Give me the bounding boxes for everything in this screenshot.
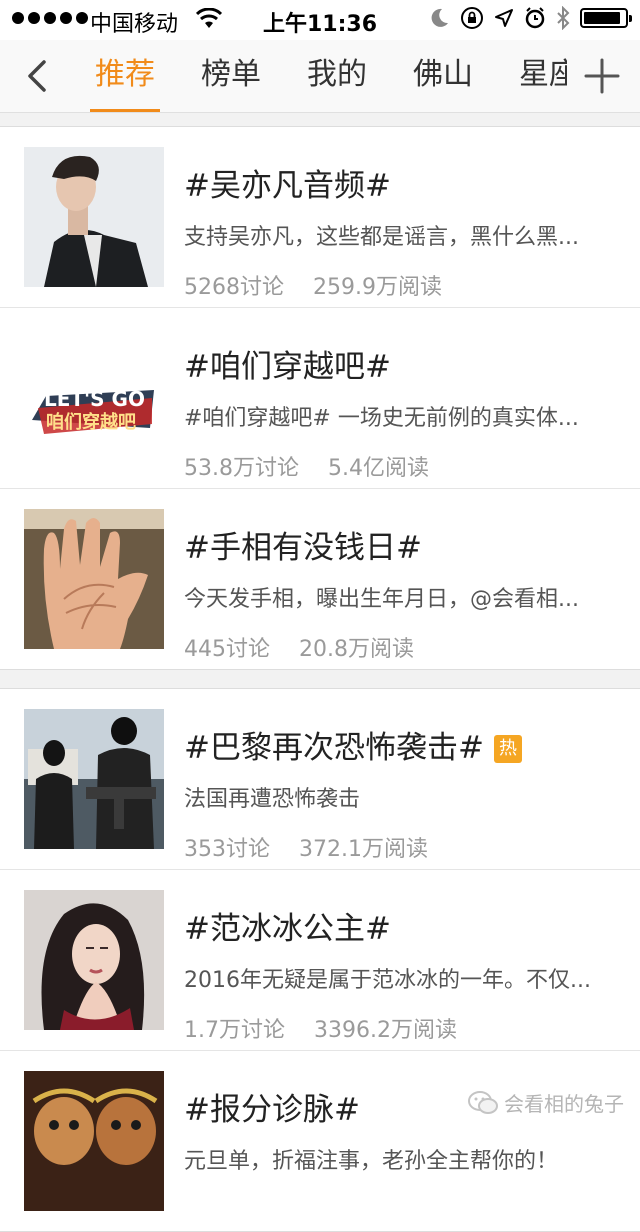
actress-portrait-image bbox=[24, 890, 164, 1030]
tab-constellation[interactable]: 星座 bbox=[496, 40, 567, 112]
location-arrow-icon bbox=[495, 9, 513, 27]
discussion-count: 445讨论 bbox=[184, 637, 270, 662]
moon-icon bbox=[431, 8, 448, 27]
topic-title: #报分诊脉# bbox=[184, 1092, 360, 1128]
topic-description: 元旦单，折福注事，老孙全主帮你的！ bbox=[184, 1149, 559, 1174]
status-bar: 中国移动 上午11:36 bbox=[0, 0, 640, 40]
discussion-count: 53.8万讨论 bbox=[184, 456, 299, 481]
rotation-lock-icon bbox=[461, 7, 483, 29]
discussion-count: 1.7万讨论 bbox=[184, 1018, 285, 1043]
show-logo-image: LET'S GO 咱们穿越吧 bbox=[24, 328, 164, 468]
read-count: 372.1万阅读 bbox=[299, 837, 428, 862]
tab-foshan[interactable]: 佛山 bbox=[390, 40, 496, 112]
topic-thumbnail: LET'S GO 咱们穿越吧 bbox=[24, 328, 164, 468]
logo-lettering: LET'S GO bbox=[44, 387, 145, 411]
wechat-icon bbox=[468, 1090, 498, 1114]
topic-stats: 53.8万讨论 5.4亿阅读 bbox=[184, 450, 429, 482]
tab-recommend[interactable]: 推荐 bbox=[72, 40, 178, 112]
topic-description: 今天发手相，曝出生年月日，@会看相... bbox=[184, 587, 579, 612]
topic-stats: 5268讨论 259.9万阅读 bbox=[184, 269, 442, 301]
read-count: 259.9万阅读 bbox=[313, 275, 442, 300]
discussion-count: 353讨论 bbox=[184, 837, 270, 862]
bluetooth-icon bbox=[557, 6, 570, 30]
topic-stats: 445讨论 20.8万阅读 bbox=[184, 631, 414, 663]
topic-item[interactable]: LET'S GO 咱们穿越吧 #咱们穿越吧# #咱们穿越吧# 一场史无前例的真实… bbox=[0, 308, 640, 489]
topic-group: #巴黎再次恐怖袭击# 热 法国再遭恐怖袭击 353讨论 372.1万阅读 #范冰… bbox=[0, 688, 640, 1232]
topic-thumbnail bbox=[24, 147, 164, 287]
hot-badge: 热 bbox=[493, 735, 522, 763]
topic-stats: 353讨论 372.1万阅读 bbox=[184, 831, 428, 863]
add-tab-plus-icon[interactable] bbox=[582, 56, 622, 96]
topic-title: #手相有没钱日# bbox=[184, 530, 422, 566]
topic-item[interactable]: #报分诊脉# 元旦单，折福注事，老孙全主帮你的！ bbox=[0, 1051, 640, 1231]
read-count: 5.4亿阅读 bbox=[328, 456, 429, 481]
topic-description: 2016年无疑是属于范冰冰的一年。不仅... bbox=[184, 968, 591, 993]
topic-description: #咱们穿越吧# 一场史无前例的真实体... bbox=[184, 406, 579, 431]
topic-stats: 1.7万讨论 3396.2万阅读 bbox=[184, 1012, 457, 1044]
topic-stats bbox=[184, 1193, 206, 1218]
topic-thumbnail bbox=[24, 709, 164, 849]
alarm-icon bbox=[525, 7, 545, 29]
armed-police-image bbox=[24, 709, 164, 849]
topic-title: #咱们穿越吧# bbox=[184, 349, 391, 385]
topic-title: #范冰冰公主# bbox=[184, 911, 391, 947]
tab-mine[interactable]: 我的 bbox=[284, 40, 390, 112]
topic-list: #吴亦凡音频# 支持吴亦凡，这些都是谣言，黑什么黑... 5268讨论 259.… bbox=[0, 126, 640, 1232]
watermark-text: 会看相的兔子 bbox=[504, 1092, 624, 1116]
topic-item[interactable]: #吴亦凡音频# 支持吴亦凡，这些都是谣言，黑什么黑... 5268讨论 259.… bbox=[0, 127, 640, 308]
logo-lettering-cn: 咱们穿越吧 bbox=[46, 411, 136, 433]
tab-rankings[interactable]: 榜单 bbox=[178, 40, 284, 112]
palm-hand-image bbox=[24, 509, 164, 649]
topic-item[interactable]: #范冰冰公主# 2016年无疑是属于范冰冰的一年。不仅... 1.7万讨论 33… bbox=[0, 870, 640, 1051]
monkey-king-masks-image bbox=[24, 1071, 164, 1211]
portrait-man-suit-image bbox=[24, 147, 164, 287]
topic-title: #巴黎再次恐怖袭击# 热 bbox=[184, 722, 522, 767]
topic-description: 法国再遭恐怖袭击 bbox=[184, 787, 361, 812]
topic-item[interactable]: #手相有没钱日# 今天发手相，曝出生年月日，@会看相... 445讨论 20.8… bbox=[0, 489, 640, 669]
topic-thumbnail bbox=[24, 509, 164, 649]
top-tab-bar: 推荐 榜单 我的 佛山 星座 bbox=[0, 40, 640, 113]
tab-strip: 推荐 榜单 我的 佛山 星座 bbox=[72, 40, 567, 112]
topic-title: #吴亦凡音频# bbox=[184, 168, 391, 204]
battery-icon bbox=[580, 8, 632, 28]
wechat-watermark: 会看相的兔子 bbox=[468, 1088, 624, 1117]
read-count: 3396.2万阅读 bbox=[314, 1018, 457, 1043]
topic-item[interactable]: #巴黎再次恐怖袭击# 热 法国再遭恐怖袭击 353讨论 372.1万阅读 bbox=[0, 689, 640, 870]
topic-description: 支持吴亦凡，这些都是谣言，黑什么黑... bbox=[184, 225, 579, 250]
back-chevron-icon[interactable] bbox=[18, 56, 58, 96]
topic-thumbnail bbox=[24, 1071, 164, 1211]
topic-group: #吴亦凡音频# 支持吴亦凡，这些都是谣言，黑什么黑... 5268讨论 259.… bbox=[0, 126, 640, 670]
discussion-count: 5268讨论 bbox=[184, 275, 284, 300]
topic-thumbnail bbox=[24, 890, 164, 1030]
read-count: 20.8万阅读 bbox=[299, 637, 414, 662]
